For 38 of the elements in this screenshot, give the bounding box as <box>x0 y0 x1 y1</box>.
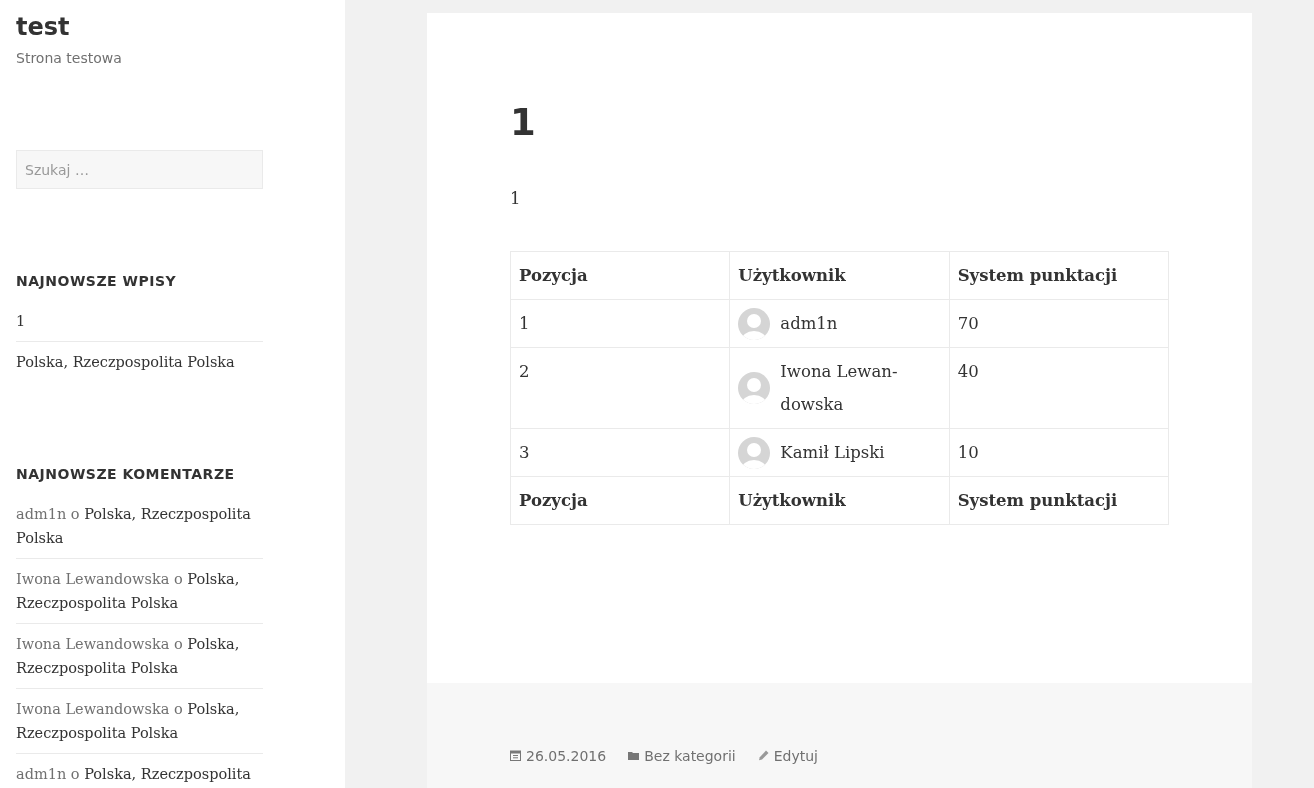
search-field[interactable]: Szukaj … <box>16 150 263 189</box>
user-name: Iwona Lewan-dowska <box>780 361 899 416</box>
post-link[interactable]: 1 <box>16 309 263 341</box>
table-cell: 40 <box>949 347 1169 429</box>
avatar-icon <box>738 436 771 469</box>
user-name: adm1n <box>780 313 838 335</box>
category-link[interactable]: Bez kategorii <box>644 745 736 766</box>
avatar-icon <box>738 372 771 404</box>
comment-entry[interactable]: adm1n o Polska, Rzeczpospolita <box>16 753 263 788</box>
site-tagline: Strona testowa <box>16 50 123 66</box>
table-cell: 1 <box>510 299 730 348</box>
pencil-icon <box>757 750 769 761</box>
comment-entry[interactable]: Iwona Lewandowska o Polska, Rzeczpospolita Polska <box>16 623 263 688</box>
post-title: 1 <box>510 101 537 145</box>
post-link[interactable]: Polska, Rzeczpospolita Polska <box>16 341 263 382</box>
site-title[interactable]: test <box>16 12 263 42</box>
table-cell: 2 <box>510 347 730 429</box>
comment-entry[interactable]: adm1n o Polska, Rzeczpospolita Polska <box>16 502 263 558</box>
widget-title: NAJNOWSZE WPISY <box>16 273 178 289</box>
column-header: Pozycja <box>510 251 730 300</box>
column-footer: System punktacji <box>949 476 1169 525</box>
column-header: System punktacji <box>949 251 1169 300</box>
user-name: Kamił Lipski <box>780 442 885 464</box>
post-date-link[interactable]: 26.05.2016 <box>526 745 607 766</box>
column-header: Użytkownik <box>729 251 950 300</box>
calendar-icon <box>510 750 521 761</box>
widget-title: NAJNOWSZE KOMENTARZE <box>16 466 236 482</box>
column-footer: Użytkownik <box>729 476 950 525</box>
folder-icon <box>628 751 640 760</box>
post-text: 1 <box>510 188 522 210</box>
comment-entry[interactable]: Iwona Lewandowska o Polska, Rzeczpospolita Polska <box>16 558 263 623</box>
avatar-icon <box>738 307 771 340</box>
column-footer: Pozycja <box>510 476 730 525</box>
table-cell: 70 <box>949 299 1169 348</box>
table-cell: 3 <box>510 428 730 477</box>
comment-entry[interactable]: Iwona Lewandowska o Polska, Rzeczpospolita Polska <box>16 688 263 753</box>
table-cell: 10 <box>949 428 1169 477</box>
edit-link[interactable]: Edytuj <box>773 745 818 766</box>
